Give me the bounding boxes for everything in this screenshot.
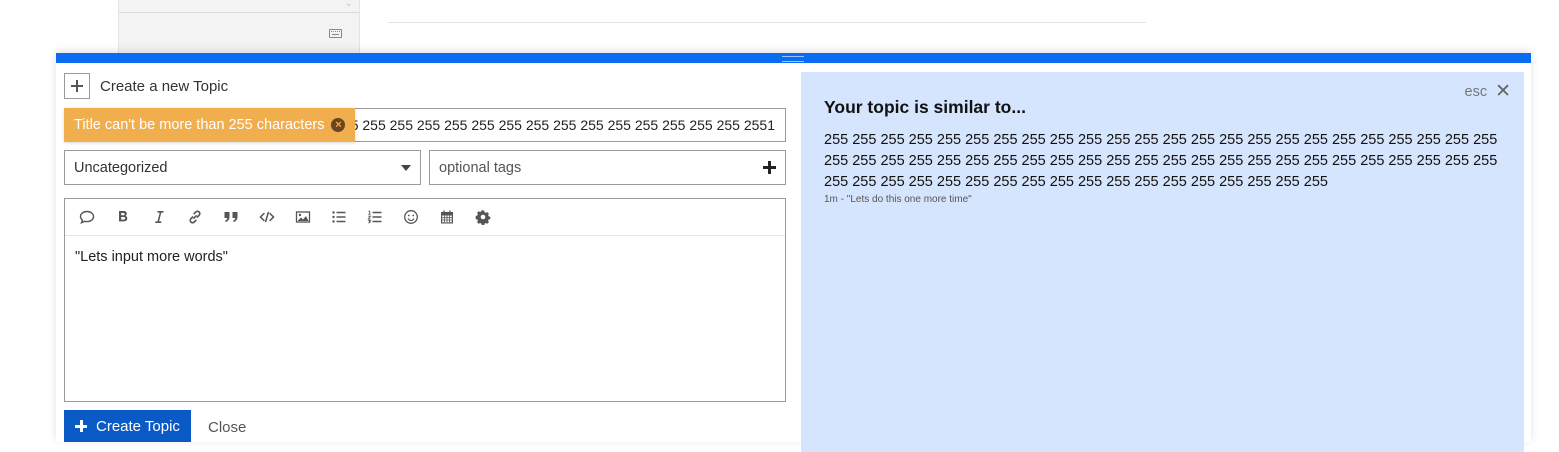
composer-resize-handle[interactable]	[56, 53, 1531, 63]
close-icon: ✕	[1495, 81, 1511, 102]
plus-icon	[75, 420, 87, 432]
calendar-icon[interactable]	[429, 199, 465, 235]
composer-action-button[interactable]	[64, 73, 90, 99]
emoji-icon[interactable]	[393, 199, 429, 235]
gear-icon[interactable]	[465, 199, 501, 235]
category-select[interactable]: Uncategorized	[64, 150, 421, 185]
create-topic-button[interactable]: Create Topic	[64, 410, 191, 442]
blockquote-icon[interactable]	[213, 199, 249, 235]
caret-down-icon	[401, 164, 411, 171]
post-editor: "Lets input more words"	[64, 198, 786, 402]
bullet-list-icon[interactable]	[321, 199, 357, 235]
quote-icon[interactable]	[69, 199, 105, 235]
keyboard-icon[interactable]	[329, 29, 342, 38]
editor-textarea[interactable]: "Lets input more words"	[65, 236, 785, 278]
sidebar-divider	[119, 12, 359, 13]
esc-label: esc	[1464, 84, 1488, 100]
bold-icon[interactable]	[105, 199, 141, 235]
close-button[interactable]: Close	[208, 419, 246, 436]
background-divider	[388, 22, 1146, 23]
composer-action-title: Create a new Topic	[100, 77, 229, 95]
similar-heading: Your topic is similar to...	[824, 97, 1026, 117]
similar-topic-meta: 1m - "Lets do this one more time"	[824, 194, 972, 205]
x-circle-icon[interactable]: ×	[331, 118, 346, 132]
chevron-down-icon: ⌄	[344, 0, 353, 9]
code-icon[interactable]	[249, 199, 285, 235]
tags-placeholder: optional tags	[439, 159, 522, 176]
title-error-tooltip: Title can't be more than 255 characters …	[64, 108, 356, 142]
composer-action: Create a new Topic	[64, 73, 228, 99]
similar-close-button[interactable]: esc ✕	[1464, 81, 1512, 102]
similar-topic-link[interactable]: 255 255 255 255 255 255 255 255 255 255 …	[824, 130, 1504, 193]
category-selected-value: Uncategorized	[74, 159, 168, 176]
grip-icon	[782, 56, 804, 62]
create-topic-label: Create Topic	[96, 417, 180, 435]
add-tag-plus-icon[interactable]	[763, 161, 776, 174]
image-icon[interactable]	[285, 199, 321, 235]
tags-input[interactable]: optional tags	[429, 150, 786, 185]
similar-topics-panel: esc ✕ Your topic is similar to... 255 25…	[801, 72, 1524, 452]
numbered-list-icon[interactable]	[357, 199, 393, 235]
italic-icon[interactable]	[141, 199, 177, 235]
title-error-message: Title can't be more than 255 characters	[74, 117, 325, 133]
composer: Create a new Topic Title can't be more t…	[56, 53, 1531, 452]
link-icon[interactable]	[177, 199, 213, 235]
editor-toolbar	[65, 199, 785, 236]
background-sidebar: ⌄	[118, 0, 360, 55]
plus-icon	[71, 80, 83, 92]
